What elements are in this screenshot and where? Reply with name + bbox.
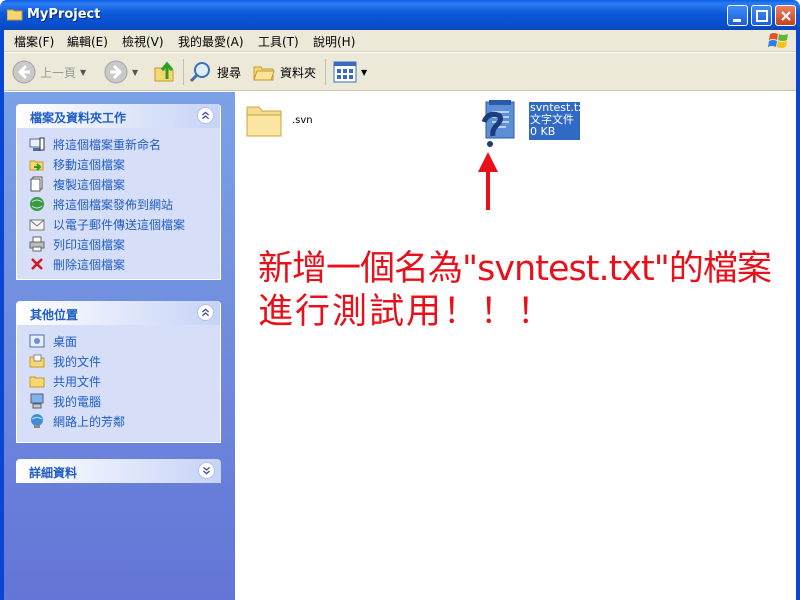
windows-logo-icon xyxy=(768,33,788,48)
file-list-area[interactable] xyxy=(235,92,800,600)
publish-web-icon xyxy=(30,197,44,211)
task-label: 將這個檔案重新命名 xyxy=(53,137,162,152)
task-label: 以電子郵件傳送這個檔案 xyxy=(53,217,186,232)
search-icon xyxy=(189,62,210,83)
toolbar-separator xyxy=(325,59,326,85)
task-pane: 檔案及資料夾工作 將這個檔案重新命名 移動這個檔案 複製這個檔案 將這個檔案發佈… xyxy=(0,92,235,600)
window-title: MyProject xyxy=(27,7,101,22)
details-panel: 詳細資料 xyxy=(16,459,221,484)
network-places-icon xyxy=(31,414,43,428)
task-publish[interactable]: 將這個檔案發佈到網站 xyxy=(29,194,220,214)
task-print[interactable]: 列印這個檔案 xyxy=(29,234,220,254)
views-icon xyxy=(333,61,357,83)
shared-documents-icon xyxy=(29,376,45,388)
folders-label: 資料夾 xyxy=(280,65,317,80)
task-label: 移動這個檔案 xyxy=(53,157,126,172)
task-move[interactable]: 移動這個檔案 xyxy=(29,154,220,174)
minimize-icon xyxy=(733,19,741,22)
menu-bar: 檔案(F) 編輯(E) 檢視(V) 我的最愛(A) 工具(T) 說明(H) xyxy=(0,30,800,52)
menu-edit[interactable]: 編輯(E) xyxy=(67,33,108,50)
window-border-right xyxy=(796,30,800,600)
folders-icon xyxy=(253,66,275,81)
print-icon xyxy=(29,236,45,252)
file-tasks-header[interactable]: 檔案及資料夾工作 xyxy=(17,104,220,128)
other-places-title: 其他位置 xyxy=(30,308,79,322)
back-arrow-icon xyxy=(12,60,36,84)
other-places-panel: 其他位置 桌面 我的文件 共用文件 我的電腦 網路上的芳鄰 xyxy=(16,301,221,443)
details-header[interactable]: 詳細資料 xyxy=(16,459,221,483)
close-icon xyxy=(781,11,791,21)
file-tasks-title: 檔案及資料夾工作 xyxy=(30,111,127,125)
toolbar: 上一頁 ▼ ▼ 搜尋 資料夾 ▼ xyxy=(0,53,800,91)
file-size: 0 KB xyxy=(530,125,556,138)
search-button[interactable]: 搜尋 xyxy=(189,59,241,85)
place-label: 我的文件 xyxy=(53,354,102,369)
menu-favorites[interactable]: 我的最愛(A) xyxy=(178,33,244,50)
task-label: 列印這個檔案 xyxy=(53,237,126,252)
place-label: 桌面 xyxy=(53,334,78,349)
place-label: 共用文件 xyxy=(53,374,102,389)
back-button[interactable]: 上一頁 ▼ xyxy=(12,59,86,85)
menu-help[interactable]: 說明(H) xyxy=(313,33,355,50)
maximize-button[interactable] xyxy=(751,5,772,26)
svn-folder-icon[interactable] xyxy=(245,101,285,139)
close-button[interactable] xyxy=(775,5,796,26)
copy-icon xyxy=(30,176,43,192)
menu-view[interactable]: 檢視(V) xyxy=(122,33,164,50)
collapse-chevron-icon[interactable] xyxy=(197,304,214,321)
place-my-computer[interactable]: 我的電腦 xyxy=(29,391,220,411)
title-bar[interactable]: MyProject xyxy=(0,0,800,30)
folders-button[interactable]: 資料夾 xyxy=(252,59,316,85)
back-label: 上一頁 xyxy=(40,65,77,80)
task-delete[interactable]: 刪除這個檔案 xyxy=(29,254,220,274)
desktop-icon xyxy=(29,334,45,348)
folder-icon xyxy=(7,9,23,21)
collapse-chevron-icon[interactable] xyxy=(197,107,214,124)
views-dropdown-icon[interactable]: ▼ xyxy=(361,68,367,77)
text-document-icon[interactable] xyxy=(476,98,522,150)
delete-icon xyxy=(31,258,43,270)
up-folder-icon xyxy=(154,61,174,82)
maximize-icon xyxy=(756,10,768,22)
rename-icon xyxy=(29,137,45,151)
place-desktop[interactable]: 桌面 xyxy=(29,331,220,351)
place-my-documents[interactable]: 我的文件 xyxy=(29,351,220,371)
task-rename[interactable]: 將這個檔案重新命名 xyxy=(29,134,220,154)
minimize-button[interactable] xyxy=(727,5,748,26)
details-title: 詳細資料 xyxy=(29,466,78,480)
forward-button[interactable]: ▼ xyxy=(104,59,138,85)
menu-tools[interactable]: 工具(T) xyxy=(258,33,299,50)
move-icon xyxy=(29,160,44,171)
back-dropdown-icon[interactable]: ▼ xyxy=(80,68,86,77)
file-name[interactable]: .svn xyxy=(292,115,313,126)
annotation-arrow-icon xyxy=(478,152,498,210)
up-folder-button[interactable] xyxy=(153,59,177,85)
place-label: 我的電腦 xyxy=(53,394,102,409)
task-label: 複製這個檔案 xyxy=(53,177,126,192)
place-label: 網路上的芳鄰 xyxy=(53,414,126,429)
my-documents-icon xyxy=(29,354,45,368)
views-button[interactable]: ▼ xyxy=(333,59,367,85)
task-label: 刪除這個檔案 xyxy=(53,257,126,272)
forward-dropdown-icon[interactable]: ▼ xyxy=(132,68,138,77)
expand-chevron-icon[interactable] xyxy=(198,462,215,479)
menu-file[interactable]: 檔案(F) xyxy=(14,33,54,50)
file-tasks-panel: 檔案及資料夾工作 將這個檔案重新命名 移動這個檔案 複製這個檔案 將這個檔案發佈… xyxy=(16,104,221,280)
task-label: 將這個檔案發佈到網站 xyxy=(53,197,174,212)
window-border-left xyxy=(0,30,4,600)
selected-file-label[interactable]: svntest.txt 文字文件 0 KB xyxy=(529,102,589,140)
other-places-header[interactable]: 其他位置 xyxy=(17,301,220,325)
search-label: 搜尋 xyxy=(217,65,242,80)
task-copy[interactable]: 複製這個檔案 xyxy=(29,174,220,194)
email-icon xyxy=(29,219,45,231)
place-network[interactable]: 網路上的芳鄰 xyxy=(29,411,220,431)
place-shared-documents[interactable]: 共用文件 xyxy=(29,371,220,391)
my-computer-icon xyxy=(30,393,44,409)
task-email[interactable]: 以電子郵件傳送這個檔案 xyxy=(29,214,220,234)
toolbar-separator xyxy=(183,59,184,85)
forward-arrow-icon xyxy=(104,60,128,84)
annotation-line-2: 進行測試用！！！ xyxy=(258,292,555,332)
